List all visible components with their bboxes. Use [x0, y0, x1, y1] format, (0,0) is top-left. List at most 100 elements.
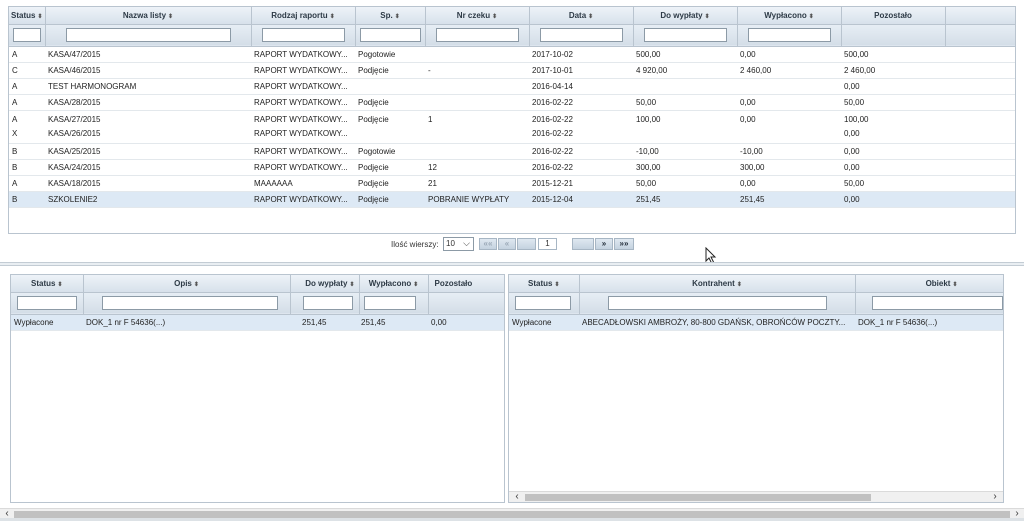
cell-nazwa: KASA/46/2015 [45, 62, 251, 79]
sort-arrows-icon: ⬍ [952, 281, 958, 288]
filter-cell [855, 292, 1003, 315]
col-pozostalo-header[interactable]: Pozostało [428, 275, 504, 293]
col-spacer-header [945, 7, 1015, 25]
table-row[interactable]: A TEST HARMONOGRAM RAPORT WYDATKOWY... 2… [9, 78, 1015, 95]
filter-status-input[interactable] [515, 296, 571, 310]
scrollbar-thumb[interactable] [525, 494, 871, 501]
panel-splitter[interactable] [0, 262, 1024, 266]
cell-spacer [945, 62, 1015, 79]
table-row[interactable]: B KASA/24/2015 RAPORT WYDATKOWY... Podję… [9, 159, 1015, 176]
cell-spacer [945, 191, 1015, 208]
cell-do-wyplaty: 500,00 [633, 46, 737, 63]
cell-rodzaj: MAAAAAA [251, 175, 355, 192]
col-obiekt-header[interactable]: Obiekt ⬍ [855, 275, 1003, 293]
scroll-right-icon[interactable]: › [989, 492, 1001, 502]
col-pozostalo-header[interactable]: Pozostało [841, 7, 946, 25]
filter-nr-czeku-input[interactable] [435, 28, 519, 42]
filter-data-input[interactable] [539, 28, 623, 42]
table-row[interactable]: C KASA/46/2015 RAPORT WYDATKOWY... Podję… [9, 62, 1015, 79]
cell-data: 2017-10-01 [529, 62, 633, 79]
cell-spacer [945, 143, 1015, 160]
filter-opis-input[interactable] [101, 296, 278, 310]
cell-wyplacono: -10,00 [737, 143, 841, 160]
table-row[interactable]: A KASA/47/2015 RAPORT WYDATKOWY... Pogot… [9, 46, 1015, 63]
col-wyplacono-header[interactable]: Wypłacono ⬍ [359, 275, 429, 293]
col-rodzaj-raportu-header[interactable]: Rodzaj raportu ⬍ [251, 7, 356, 25]
filter-wyplacono-input[interactable] [363, 296, 416, 310]
col-kontrahent-header[interactable]: Kontrahent ⬍ [579, 275, 856, 293]
cell-rodzaj: RAPORT WYDATKOWY... [251, 94, 355, 111]
cell-status: B [9, 191, 45, 208]
cell-status: B [9, 159, 45, 176]
cell-do-wyplaty: 251,45 [290, 314, 359, 331]
sort-arrows-icon: ⬍ [349, 281, 355, 288]
col-status-header[interactable]: Status ⬍ [509, 275, 580, 293]
cell-rodzaj: RAPORT WYDATKOWY... [251, 191, 355, 208]
filter-cell [9, 24, 46, 47]
cell-nr-czeku: 12 [425, 159, 529, 176]
scroll-left-icon[interactable]: ‹ [511, 492, 523, 502]
filter-status-input[interactable] [17, 296, 77, 310]
filter-rodzaj-input[interactable] [261, 28, 345, 42]
cell-sp: Podjęcie [355, 110, 425, 144]
cell-wyplacono: 0,00 [737, 94, 841, 111]
cell-status: C [9, 62, 45, 79]
col-data-header[interactable]: Data ⬍ [529, 7, 634, 25]
filter-sp-input[interactable] [359, 28, 421, 42]
filter-cell [841, 24, 946, 47]
table-row-selected[interactable]: B SZKOLENIE2 RAPORT WYDATKOWY... Podjęci… [9, 191, 1015, 208]
cell-status: B [9, 143, 45, 160]
cell-wyplacono: 0,00 [737, 46, 841, 63]
col-nazwa-listy-header[interactable]: Nazwa listy ⬍ [45, 7, 252, 25]
filter-nazwa-input[interactable] [65, 28, 231, 42]
cell-wyplacono: 0,00 [737, 175, 841, 192]
cell-do-wyplaty: 300,00 [633, 159, 737, 176]
col-sp-header[interactable]: Sp. ⬍ [355, 7, 426, 25]
table-row[interactable]: A KASA/18/2015 MAAAAAA Podjęcie 21 2015-… [9, 175, 1015, 192]
col-wyplacono-header[interactable]: Wypłacono ⬍ [737, 7, 842, 25]
col-status-header[interactable]: Status ⬍ [9, 7, 46, 25]
sort-arrows-icon: ⬍ [736, 281, 742, 288]
cell-status: A [9, 78, 45, 95]
filter-kontrahent-input[interactable] [607, 296, 827, 310]
cell-pozostalo: 100,00 0,00 [841, 110, 945, 144]
last-page-button[interactable]: »» [614, 238, 634, 250]
sort-arrows-icon: ⬍ [329, 13, 335, 20]
col-do-wyplaty-header[interactable]: Do wypłaty ⬍ [290, 275, 360, 293]
table-row-selected[interactable]: Wypłacone ABECADŁOWSKI AMBROŻY, 80-800 G… [509, 314, 1003, 331]
first-page-button[interactable]: «« [479, 238, 497, 250]
col-status-header[interactable]: Status ⬍ [11, 275, 84, 293]
cell-data: 2015-12-04 [529, 191, 633, 208]
filter-wyplacono-input[interactable] [747, 28, 831, 42]
table-row[interactable]: A KASA/28/2015 RAPORT WYDATKOWY... Podję… [9, 94, 1015, 111]
cell-nr-czeku: POBRANIE WYPŁATY [425, 191, 529, 208]
page-number[interactable]: 1 [538, 238, 557, 250]
next-page-button[interactable]: » [595, 238, 613, 250]
cell-status: Wypłacone [509, 314, 579, 331]
filter-do-wyplaty-input[interactable] [643, 28, 727, 42]
filter-do-wyplaty-input[interactable] [302, 296, 353, 310]
filter-status-input[interactable] [13, 28, 41, 42]
cell-spacer [945, 175, 1015, 192]
filter-row [509, 292, 1003, 315]
table-row-selected[interactable]: Wypłacone DOK_1 nr F 54636(...) 251,45 2… [11, 314, 504, 331]
cell-sp: Podjęcie [355, 175, 425, 192]
scrollbar-thumb[interactable] [14, 511, 1010, 518]
filter-obiekt-input[interactable] [871, 296, 1003, 310]
sort-arrows-icon: ⬍ [492, 13, 498, 20]
filter-cell [251, 24, 356, 47]
contractors-grid-scrollbar[interactable]: ‹ › [509, 491, 1003, 502]
cell-opis: DOK_1 nr F 54636(...) [83, 314, 290, 331]
col-nr-czeku-header[interactable]: Nr czeku ⬍ [425, 7, 530, 25]
col-do-wyplaty-header[interactable]: Do wypłaty ⬍ [633, 7, 738, 25]
prev-page-button[interactable]: « [498, 238, 516, 250]
cell-status: A [9, 175, 45, 192]
cell-sp: Podjęcie [355, 62, 425, 79]
table-row-grouped[interactable]: AX KASA/27/2015 KASA/26/2015 RAPORT WYDAT… [9, 110, 1015, 144]
filter-cell [509, 292, 580, 315]
rows-per-page-select[interactable]: 10 ⌵ [443, 237, 474, 251]
cell-pozostalo: 0,00 [428, 314, 504, 331]
cell-rodzaj: RAPORT WYDATKOWY... [251, 78, 355, 95]
col-opis-header[interactable]: Opis ⬍ [83, 275, 291, 293]
table-row[interactable]: B KASA/25/2015 RAPORT WYDATKOWY... Pogot… [9, 143, 1015, 160]
